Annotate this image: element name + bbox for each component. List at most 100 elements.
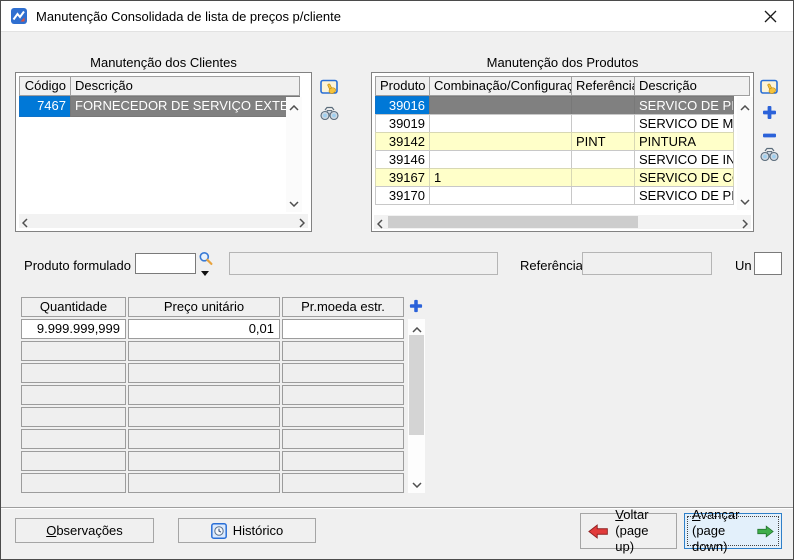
product-cell-descricao[interactable]: SERVICO DE PINT/T — [634, 96, 734, 115]
product-cell-produto[interactable]: 39146 — [375, 150, 430, 169]
forward-button[interactable]: Avançar (page down) — [684, 513, 782, 549]
price-cell-pr-moeda-estr[interactable] — [282, 473, 404, 493]
price-cell-pr-moeda-estr[interactable] — [282, 363, 404, 383]
scroll-up-icon[interactable] — [737, 99, 753, 114]
client-cell-descricao[interactable]: FORNECEDOR DE SERVIÇO EXTERNO 02 — [70, 96, 300, 117]
price-cell-quantidade[interactable]: 9.999.999,999 — [21, 319, 126, 339]
clients-vertical-scrollbar[interactable] — [286, 97, 302, 212]
product-cell-descricao[interactable]: SERVICO DE MONTA — [634, 114, 734, 133]
observations-button[interactable]: Observações — [15, 518, 154, 543]
scroll-right-icon[interactable] — [299, 216, 305, 231]
binoculars-icon — [760, 147, 779, 162]
price-cell-quantidade[interactable] — [21, 451, 126, 471]
products-horizontal-scrollbar[interactable] — [374, 215, 751, 229]
price-cell-preco-unitario[interactable] — [128, 363, 280, 383]
back-button[interactable]: Voltar (page up) — [580, 513, 677, 549]
close-button[interactable] — [747, 1, 793, 31]
formulated-search-button[interactable] — [197, 250, 215, 268]
client-cell-codigo[interactable]: 7467 — [19, 96, 71, 117]
price-cell-quantidade[interactable] — [21, 429, 126, 449]
product-cell-combinacao[interactable] — [429, 186, 572, 205]
scroll-left-icon[interactable] — [22, 216, 28, 231]
price-row-empty[interactable] — [21, 451, 404, 471]
product-cell-referencia[interactable] — [571, 186, 635, 205]
price-cell-pr-moeda-estr[interactable] — [282, 341, 404, 361]
products-search-button[interactable] — [759, 144, 779, 164]
product-cell-referencia[interactable]: PINT — [571, 132, 635, 151]
product-cell-combinacao[interactable] — [429, 150, 572, 169]
clients-search-button[interactable] — [319, 103, 339, 123]
history-clock-icon — [211, 523, 227, 539]
product-row[interactable]: 39170 SERVICO DE PINTUR — [375, 186, 750, 205]
price-cell-pr-moeda-estr[interactable] — [282, 407, 404, 427]
price-cell-preco-unitario[interactable]: 0,01 — [128, 319, 280, 339]
scrollbar-thumb[interactable] — [409, 335, 424, 435]
price-row-empty[interactable] — [21, 363, 404, 383]
price-add-button[interactable] — [407, 297, 425, 315]
price-cell-quantidade[interactable] — [21, 341, 126, 361]
scroll-down-icon[interactable] — [286, 195, 302, 210]
price-row-empty[interactable] — [21, 473, 404, 493]
products-remove-button[interactable] — [759, 125, 779, 145]
price-cell-preco-unitario[interactable] — [128, 473, 280, 493]
product-cell-produto[interactable]: 39142 — [375, 132, 430, 151]
price-cell-quantidade[interactable] — [21, 363, 126, 383]
price-cell-preco-unitario[interactable] — [128, 451, 280, 471]
price-cell-pr-moeda-estr[interactable] — [282, 451, 404, 471]
product-cell-descricao[interactable]: PINTURA — [634, 132, 734, 151]
price-cell-preco-unitario[interactable] — [128, 429, 280, 449]
products-add-button[interactable] — [759, 102, 779, 122]
formulated-product-input[interactable] — [135, 253, 196, 274]
formulated-dropdown-icon[interactable] — [201, 271, 209, 276]
product-cell-descricao[interactable]: SERVICO DE INJECA — [634, 150, 734, 169]
product-cell-produto[interactable]: 39170 — [375, 186, 430, 205]
product-row[interactable]: 39016 SERVICO DE PINT/T — [375, 96, 750, 115]
unit-input[interactable] — [754, 252, 782, 275]
product-cell-referencia[interactable] — [571, 150, 635, 169]
price-row-empty[interactable] — [21, 341, 404, 361]
price-cell-preco-unitario[interactable] — [128, 407, 280, 427]
scroll-down-icon[interactable] — [737, 193, 753, 208]
clients-horizontal-scrollbar[interactable] — [19, 214, 308, 228]
scrollbar-thumb[interactable] — [388, 216, 638, 228]
clients-edit-window-button[interactable] — [319, 77, 339, 97]
product-cell-combinacao[interactable]: 1 — [429, 168, 572, 187]
scroll-up-icon[interactable] — [286, 99, 302, 114]
scroll-left-icon[interactable] — [377, 217, 383, 232]
price-row-empty[interactable] — [21, 407, 404, 427]
products-edit-window-button[interactable] — [759, 77, 779, 97]
price-cell-preco-unitario[interactable] — [128, 341, 280, 361]
price-row-empty[interactable] — [21, 385, 404, 405]
scroll-right-icon[interactable] — [742, 217, 748, 232]
price-cell-preco-unitario[interactable] — [128, 385, 280, 405]
price-cell-quantidade[interactable] — [21, 407, 126, 427]
product-row[interactable]: 391671 SERVICO DE COLAG — [375, 168, 750, 187]
price-cell-quantidade[interactable] — [21, 385, 126, 405]
product-cell-descricao[interactable]: SERVICO DE PINTUR — [634, 186, 734, 205]
price-cell-pr-moeda-estr[interactable] — [282, 429, 404, 449]
price-vertical-scrollbar[interactable] — [408, 319, 425, 493]
product-cell-produto[interactable]: 39019 — [375, 114, 430, 133]
product-cell-combinacao[interactable] — [429, 132, 572, 151]
product-cell-referencia[interactable] — [571, 114, 635, 133]
product-row[interactable]: 39019 SERVICO DE MONTA — [375, 114, 750, 133]
price-row-filled[interactable]: 9.999.999,9990,01 — [21, 319, 404, 339]
product-cell-produto[interactable]: 39167 — [375, 168, 430, 187]
product-cell-referencia[interactable] — [571, 168, 635, 187]
price-cell-quantidade[interactable] — [21, 473, 126, 493]
product-cell-combinacao[interactable] — [429, 96, 572, 115]
price-cell-pr-moeda-estr[interactable] — [282, 385, 404, 405]
product-cell-produto[interactable]: 39016 — [375, 96, 430, 115]
price-row-empty[interactable] — [21, 429, 404, 449]
product-cell-descricao[interactable]: SERVICO DE COLAG — [634, 168, 734, 187]
products-vertical-scrollbar[interactable] — [737, 97, 753, 210]
scroll-up-icon[interactable] — [408, 321, 425, 336]
history-button[interactable]: Histórico — [178, 518, 316, 543]
product-row[interactable]: 39146 SERVICO DE INJECA — [375, 150, 750, 169]
scroll-down-icon[interactable] — [408, 476, 425, 491]
product-cell-combinacao[interactable] — [429, 114, 572, 133]
price-cell-pr-moeda-estr[interactable] — [282, 319, 404, 339]
product-row[interactable]: 39142 PINTPINTURA — [375, 132, 750, 151]
product-cell-referencia[interactable] — [571, 96, 635, 115]
client-row[interactable]: 7467 FORNECEDOR DE SERVIÇO EXTERNO 02 — [19, 96, 300, 117]
